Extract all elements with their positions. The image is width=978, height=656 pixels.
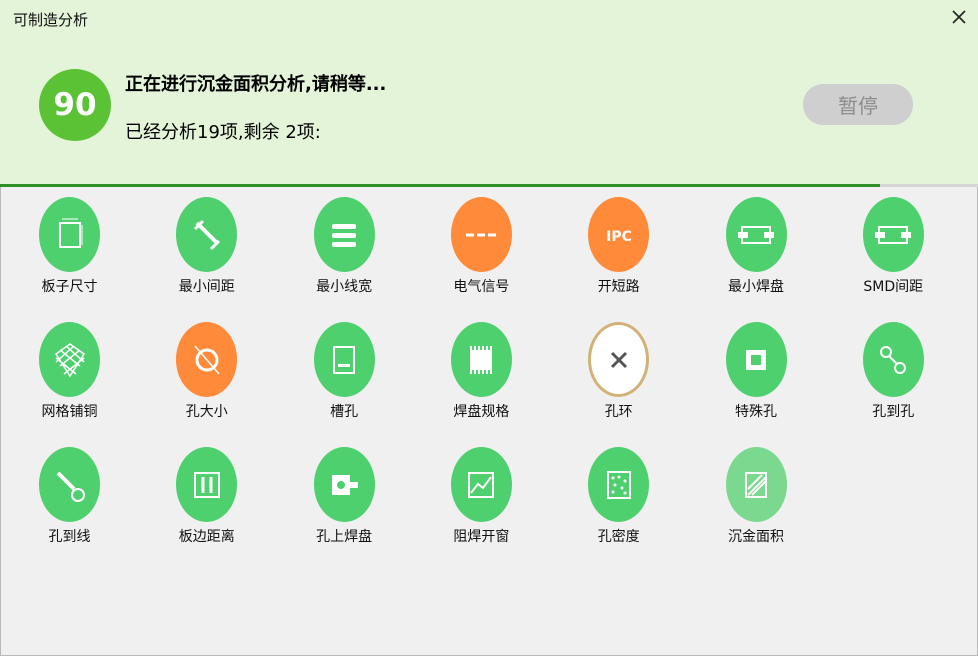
analysis-item-label: 最小线宽 [316,279,373,295]
board-size-icon [39,197,100,272]
analysis-item-label: 最小间距 [178,279,235,295]
hole-density-icon [588,447,650,522]
analysis-item-label: 板边距离 [178,529,235,545]
progress-summary: 已经分析19项,剩余 2项: [125,122,321,143]
smd-spacing-icon [862,197,924,272]
analysis-item-label: 最小焊盘 [728,279,784,295]
analysis-item-4[interactable]: 电气信号 [413,187,550,295]
analysis-items-panel: 板子尺寸 最小间距 最小线宽 电气信号 IPC 开短路 最小焊盘 SMD间距网格铺铜 孔大小 槽孔… [0,187,978,656]
pad-spec-icon [450,322,512,397]
min-spacing-icon [176,197,238,272]
score-badge: 90 [39,69,111,141]
board-edge-distance-icon [176,447,238,522]
analysis-item-label: 孔大小 [185,404,228,420]
solder-mask-opening-icon [450,447,512,522]
close-icon [952,10,966,24]
analysis-item-20[interactable]: 沉金面积 [688,437,825,545]
hole-to-hole-icon [862,322,924,397]
slot-hole-icon [313,322,375,397]
special-hole-icon [725,322,787,397]
min-trace-width-icon [313,197,375,272]
analysis-item-label: 孔密度 [597,529,640,545]
analysis-item-5[interactable]: IPC 开短路 [550,187,687,295]
analysis-header: 可制造分析 90 正在进行沉金面积分析,请稍等... 已经分析19项,剩余 2项… [0,0,978,186]
analysis-item-label: 槽孔 [330,404,359,420]
analysis-item-6[interactable]: 最小焊盘 [688,187,825,295]
analysis-item-8[interactable]: 网格铺铜 [1,312,138,420]
analysis-item-19[interactable]: 孔密度 [550,437,687,545]
analysis-item-15[interactable]: 孔到线 [1,437,138,545]
analysis-item-7[interactable]: SMD间距 [825,187,962,295]
hole-to-trace-icon [39,447,100,522]
analysis-item-label: 沉金面积 [728,529,784,545]
ipc-open-short-icon: IPC [588,197,650,272]
analysis-item-label: 孔到线 [48,529,91,545]
analysis-item-14[interactable]: 孔到孔 [825,312,962,420]
close-button[interactable] [946,4,972,30]
svg-text:IPC: IPC [606,229,632,245]
pad-on-hole-icon [313,447,375,522]
analysis-item-11[interactable]: 焊盘规格 [413,312,550,420]
analysis-item-label: 焊盘规格 [453,404,510,420]
analysis-item-label: 阻焊开窗 [453,529,510,545]
analysis-item-3[interactable]: 最小线宽 [276,187,413,295]
pause-button[interactable]: 暂停 [803,84,913,125]
analysis-item-10[interactable]: 槽孔 [276,312,413,420]
analysis-item-label: 开短路 [597,279,640,295]
analysis-status: 正在进行沉金面积分析,请稍等... [125,74,387,95]
min-pad-icon [725,197,787,272]
analysis-item-label: 电气信号 [453,279,510,295]
analysis-item-16[interactable]: 板边距离 [138,437,275,545]
gold-area-icon [725,447,787,522]
hole-size-icon [176,322,238,397]
analysis-item-1[interactable]: 板子尺寸 [1,187,138,295]
electrical-signal-icon [450,197,512,272]
analysis-item-9[interactable]: 孔大小 [138,312,275,420]
annular-ring-icon [588,322,650,397]
manufacturability-analysis-window: 可制造分析 90 正在进行沉金面积分析,请稍等... 已经分析19项,剩余 2项… [0,0,978,656]
analysis-item-label: 孔环 [604,404,633,420]
analysis-item-label: 孔上焊盘 [316,529,373,545]
analysis-item-label: 孔到孔 [872,404,915,420]
analysis-item-13[interactable]: 特殊孔 [688,312,825,420]
analysis-item-label: 特殊孔 [735,404,777,420]
analysis-item-label: 网格铺铜 [41,404,98,420]
analysis-item-12[interactable]: 孔环 [550,312,687,420]
analysis-item-label: SMD间距 [863,279,924,295]
analysis-item-17[interactable]: 孔上焊盘 [276,437,413,545]
window-title: 可制造分析 [13,11,89,29]
analysis-item-18[interactable]: 阻焊开窗 [413,437,550,545]
analysis-item-2[interactable]: 最小间距 [138,187,275,295]
mesh-copper-icon [39,322,100,397]
analysis-item-label: 板子尺寸 [41,279,98,295]
